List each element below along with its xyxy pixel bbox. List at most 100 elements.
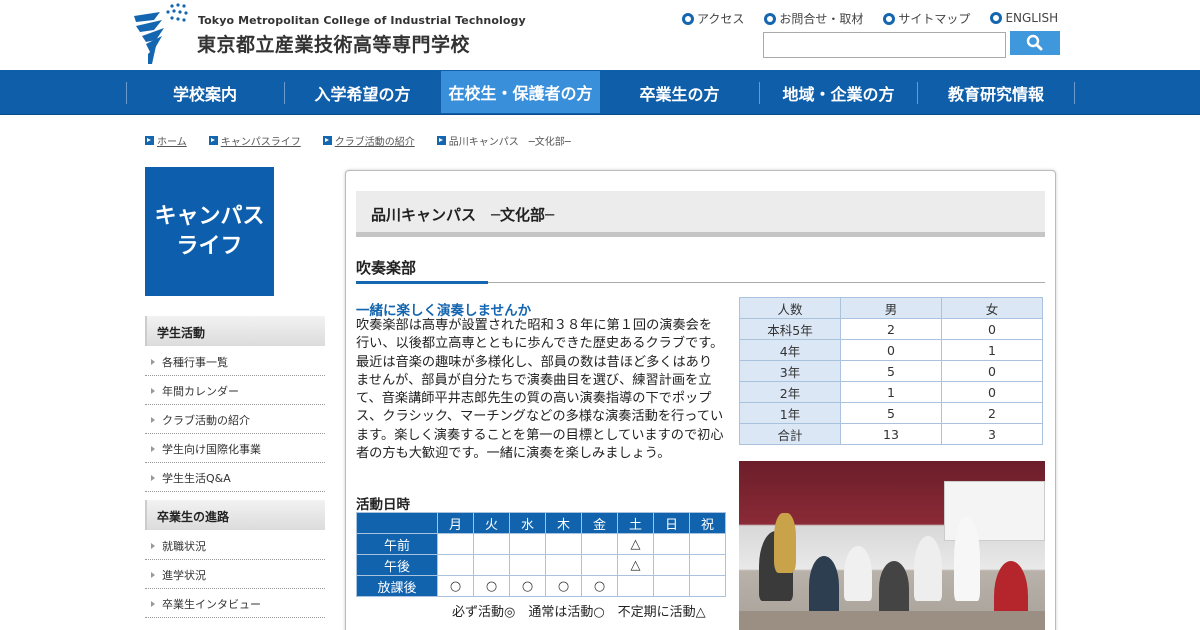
nav-about[interactable]: 学校案内 bbox=[127, 70, 283, 115]
triangle-icon bbox=[151, 475, 155, 481]
breadcrumb-campus-life[interactable]: キャンパスライフ bbox=[221, 133, 301, 148]
sidebar-heading-careers[interactable]: 卒業生の進路 bbox=[145, 500, 325, 530]
sidebar-item-employment[interactable]: 就職状況 bbox=[145, 531, 325, 560]
stats-label: 3年 bbox=[739, 360, 841, 382]
club-description: 吹奏楽部は高専が設置された昭和３８年に第１回の演奏会を行い、以後都立高専とともに… bbox=[356, 318, 724, 462]
nav-alumni[interactable]: 卒業生の方 bbox=[601, 70, 758, 115]
stats-row: 1年 5 2 bbox=[739, 402, 1043, 424]
stats-cell: 3 bbox=[941, 423, 1043, 445]
breadcrumb-home[interactable]: ホーム bbox=[157, 133, 187, 148]
stats-row: 本科5年 2 0 bbox=[739, 318, 1043, 340]
main-content: 品川キャンパス ─文化部─ 吹奏楽部 一緒に楽しく演奏しませんか 吹奏楽部は高専… bbox=[345, 170, 1056, 630]
sidebar-heading-student-activities[interactable]: 学生活動 bbox=[145, 316, 325, 346]
sidebar-item-faq[interactable]: 学生生活Q&A bbox=[145, 463, 325, 492]
section-title: 吹奏楽部 bbox=[356, 257, 1045, 284]
breadcrumb: ホーム キャンパスライフ クラブ活動の紹介 品川キャンパス ─文化部─ bbox=[145, 133, 593, 148]
arrow-icon bbox=[208, 136, 218, 145]
schedule-cell: ○ bbox=[581, 575, 618, 597]
sidebar-item-further-study[interactable]: 進学状況 bbox=[145, 560, 325, 589]
schedule-row-label: 午前 bbox=[356, 533, 438, 555]
stats-row: 4年 0 1 bbox=[739, 339, 1043, 361]
schedule-day: 水 bbox=[509, 512, 546, 534]
arrow-icon bbox=[436, 136, 446, 145]
sidebar-item-alumni-interview[interactable]: 卒業生インタビュー bbox=[145, 589, 325, 618]
club-lead: 一緒に楽しく演奏しませんか bbox=[356, 303, 532, 319]
stats-cell: 1 bbox=[840, 381, 942, 403]
schedule-cell bbox=[653, 554, 690, 576]
global-nav: 学校案内 入学希望の方 在校生・保護者の方 卒業生の方 地域・企業の方 教育研究… bbox=[0, 70, 1200, 115]
nav-community[interactable]: 地域・企業の方 bbox=[760, 70, 917, 115]
access-link[interactable]: アクセス bbox=[682, 10, 744, 27]
schedule-title: 活動日時 bbox=[356, 497, 410, 513]
schedule-header-row: 月 火 水 木 金 土 日 祝 bbox=[356, 512, 726, 534]
stats-label: 合計 bbox=[739, 423, 841, 445]
nav-students-parents[interactable]: 在校生・保護者の方 bbox=[441, 71, 600, 113]
utility-links: アクセス お問合せ・取材 サイトマップ ENGLISH bbox=[682, 10, 1058, 27]
schedule-cell bbox=[545, 533, 582, 555]
schedule-cell bbox=[473, 554, 510, 576]
sidebar-item-international[interactable]: 学生向け国際化事業 bbox=[145, 434, 325, 463]
stats-cell: 0 bbox=[941, 360, 1043, 382]
schedule-cell bbox=[545, 554, 582, 576]
college-logo[interactable] bbox=[132, 2, 192, 66]
search-icon bbox=[1026, 34, 1043, 51]
bullet-icon bbox=[883, 12, 896, 25]
sitemap-link[interactable]: サイトマップ bbox=[883, 10, 970, 27]
stats-cell: 0 bbox=[840, 339, 942, 361]
stats-cell: 2 bbox=[840, 318, 942, 340]
schedule-day: 日 bbox=[653, 512, 690, 534]
schedule-row: 午前 △ bbox=[356, 533, 726, 555]
triangle-icon bbox=[151, 417, 155, 423]
search-button[interactable] bbox=[1010, 31, 1060, 55]
stats-label: 1年 bbox=[739, 402, 841, 424]
schedule-cell bbox=[473, 533, 510, 555]
triangle-icon bbox=[151, 572, 155, 578]
nav-research-info[interactable]: 教育研究情報 bbox=[918, 70, 1074, 115]
sidebar-item-events[interactable]: 各種行事一覧 bbox=[145, 347, 325, 376]
triangle-icon bbox=[151, 446, 155, 452]
stats-row: 2年 1 0 bbox=[739, 381, 1043, 403]
stats-label: 4年 bbox=[739, 339, 841, 361]
stats-label: 本科5年 bbox=[739, 318, 841, 340]
triangle-icon bbox=[151, 359, 155, 365]
campus-life-banner[interactable]: キャンパス ライフ bbox=[145, 167, 274, 296]
schedule-cell: ○ bbox=[473, 575, 510, 597]
college-name-en: Tokyo Metropolitan College of Industrial… bbox=[198, 14, 526, 27]
schedule-cell: △ bbox=[617, 533, 654, 555]
schedule-table: 月 火 水 木 金 土 日 祝 午前 △ 午後 △ 放課後 ○ ○ ○ ○ ○ bbox=[356, 512, 726, 597]
schedule-cell: ○ bbox=[509, 575, 546, 597]
site-header: Tokyo Metropolitan College of Industrial… bbox=[0, 0, 1200, 70]
schedule-cell bbox=[581, 533, 618, 555]
schedule-row: 放課後 ○ ○ ○ ○ ○ bbox=[356, 575, 726, 597]
arrow-icon bbox=[145, 136, 154, 145]
nav-applicants[interactable]: 入学希望の方 bbox=[285, 70, 440, 115]
sidebar-item-clubs[interactable]: クラブ活動の紹介 bbox=[145, 405, 325, 434]
college-name-ja[interactable]: 東京都立産業技術高等専門学校 bbox=[197, 30, 470, 57]
stats-header: 男 bbox=[840, 297, 942, 319]
schedule-day: 月 bbox=[437, 512, 474, 534]
schedule-day: 土 bbox=[617, 512, 654, 534]
breadcrumb-clubs[interactable]: クラブ活動の紹介 bbox=[335, 133, 415, 148]
contact-link[interactable]: お問合せ・取材 bbox=[764, 10, 863, 27]
stats-cell: 1 bbox=[941, 339, 1043, 361]
bullet-icon bbox=[682, 12, 694, 25]
schedule-cell bbox=[689, 533, 726, 555]
schedule-cell bbox=[509, 533, 546, 555]
schedule-cell bbox=[437, 554, 474, 576]
schedule-day: 木 bbox=[545, 512, 582, 534]
schedule-cell: ○ bbox=[545, 575, 582, 597]
stats-row: 合計 13 3 bbox=[739, 423, 1043, 445]
schedule-corner bbox=[356, 512, 438, 534]
schedule-cell bbox=[617, 575, 654, 597]
banner-line: キャンパス bbox=[154, 204, 265, 229]
sidebar-item-calendar[interactable]: 年間カレンダー bbox=[145, 376, 325, 405]
schedule-cell: ○ bbox=[437, 575, 474, 597]
english-link[interactable]: ENGLISH bbox=[990, 8, 1058, 27]
breadcrumb-current: 品川キャンパス ─文化部─ bbox=[448, 137, 571, 148]
schedule-cell bbox=[509, 554, 546, 576]
schedule-cell bbox=[653, 575, 690, 597]
search-input[interactable] bbox=[763, 32, 1006, 58]
triangle-icon bbox=[151, 543, 155, 549]
schedule-row: 午後 △ bbox=[356, 554, 726, 576]
stats-cell: 0 bbox=[941, 381, 1043, 403]
